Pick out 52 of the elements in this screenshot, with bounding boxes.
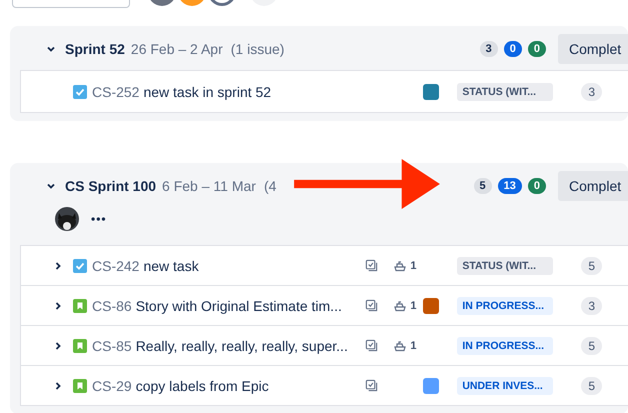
sprint-dates: 6 Feb – 11 Mar [162,178,256,194]
issue-summary: copy labels from Epic [136,378,270,394]
stack-icon [393,300,408,312]
chevron-right-icon[interactable] [53,300,63,310]
issue-key[interactable]: CS-29 [92,378,132,394]
estimate-badge: 5 [581,376,602,394]
count-badge: 0 [504,41,522,57]
issue-summary: new task [143,258,200,274]
issue-summary: Really, really, really, really, super... [136,338,349,354]
issue-row[interactable]: CS-252 new task in sprint 52 STATUS (WIT... 3 [21,71,628,112]
count-badge: 0 [528,41,546,57]
issue-summary: new task in sprint 52 [143,84,272,100]
status-lozenge[interactable]: UNDER INVES... [457,376,554,394]
estimate-badge: 5 [581,256,602,274]
issue-row[interactable]: CS-86 Story with Original Estimate tim... 1 IN PROGRESS... 3 [21,285,628,325]
status-lozenge[interactable]: IN PROGRESS... [457,336,554,354]
estimate-badge: 3 [581,82,602,100]
sprint-name: Sprint 52 [65,41,125,57]
child-count: 1 [410,300,416,312]
status-lozenge[interactable]: STATUS (WIT... [457,82,554,100]
issue-key[interactable]: CS-252 [92,84,140,100]
more-icon[interactable]: ••• [91,212,107,226]
chevron-down-icon[interactable] [46,44,56,54]
issue-count: (4 [264,178,276,194]
complete-sprint-button[interactable]: Complet [558,34,628,64]
issue-row[interactable]: CS-242 new task 1 STATUS (WIT... 5 [21,246,628,285]
status-lozenge[interactable]: STATUS (WIT... [457,256,554,274]
estimate-badge: 5 [581,336,602,354]
count-badge: 5 [474,178,492,194]
complete-sprint-button[interactable]: Complet [558,171,628,201]
chevron-down-icon[interactable] [46,181,56,191]
child-count: 1 [410,340,416,352]
issue-row[interactable]: CS-85 Really, really, really, really, super... 1 IN PROGRESS... 5 [21,325,628,365]
chevron-right-icon[interactable] [53,260,63,270]
issue-key[interactable]: CS-86 [92,298,132,314]
issue-key[interactable]: CS-85 [92,338,132,354]
stack-icon [393,340,408,352]
issue-count: (1 issue) [230,41,284,57]
chevron-right-icon[interactable] [53,340,63,350]
chevron-right-icon[interactable] [53,380,63,390]
estimate-badge: 3 [581,296,602,314]
count-badge: 3 [480,41,498,57]
count-badge: 0 [528,178,546,194]
status-lozenge[interactable]: IN PROGRESS... [457,296,554,314]
child-count: 1 [410,260,416,272]
count-badge: 13 [498,178,522,194]
sprint-dates: 26 Feb – 2 Apr [130,41,223,57]
issue-summary: Story with Original Estimate tim... [136,298,343,314]
issue-row[interactable]: CS-29 copy labels from Epic UNDER INVES... 5 [21,365,628,405]
sprint-name: CS Sprint 100 [65,178,156,194]
issue-key[interactable]: CS-242 [92,258,140,274]
stack-icon [393,260,408,272]
